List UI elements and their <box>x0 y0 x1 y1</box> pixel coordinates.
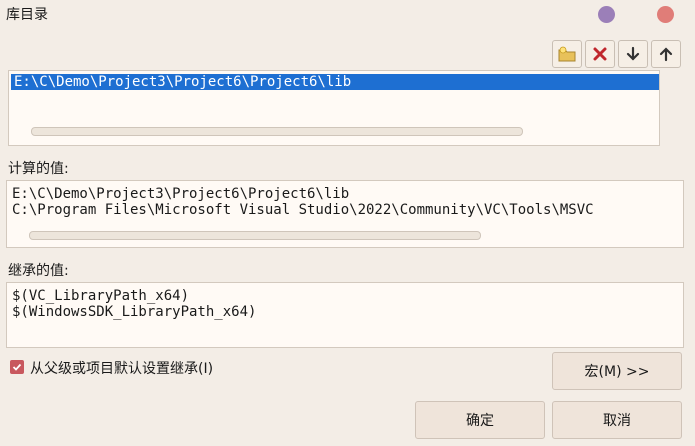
horizontal-scrollbar[interactable] <box>31 127 523 136</box>
close-button[interactable] <box>657 6 674 23</box>
delete-icon <box>593 47 607 61</box>
arrow-up-icon <box>659 47 673 62</box>
inherited-values-box: $(VC_LibraryPath_x64) $(WindowsSDK_Libra… <box>6 282 684 348</box>
computed-values-box: E:\C\Demo\Project3\Project6\Project6\lib… <box>6 180 684 248</box>
ok-button[interactable]: 确定 <box>415 401 545 439</box>
checkmark-icon <box>12 363 22 371</box>
move-down-button[interactable] <box>618 40 648 68</box>
new-line-button[interactable] <box>552 40 582 68</box>
move-up-button[interactable] <box>651 40 681 68</box>
macros-button[interactable]: 宏(M) >> <box>552 352 682 390</box>
minimize-button[interactable] <box>598 6 615 23</box>
path-line[interactable]: E:\C\Demo\Project3\Project6\Project6\lib <box>11 74 659 90</box>
inherited-line: $(WindowsSDK_LibraryPath_x64) <box>12 304 257 320</box>
path-editor[interactable]: E:\C\Demo\Project3\Project6\Project6\lib <box>8 70 660 146</box>
computed-line: E:\C\Demo\Project3\Project6\Project6\lib <box>12 186 350 202</box>
new-folder-icon <box>558 46 576 62</box>
window-title: 库目录 <box>6 7 48 23</box>
inherit-checkbox-label[interactable]: 从父级或项目默认设置继承(I) <box>30 358 213 378</box>
horizontal-scrollbar[interactable] <box>29 231 481 240</box>
computed-line: C:\Program Files\Microsoft Visual Studio… <box>12 202 594 218</box>
inherit-checkbox[interactable] <box>10 360 24 374</box>
title-bar: 库目录 <box>0 0 695 30</box>
arrow-down-icon <box>626 46 640 61</box>
delete-line-button[interactable] <box>585 40 615 68</box>
cancel-button[interactable]: 取消 <box>552 401 682 439</box>
inherited-line: $(VC_LibraryPath_x64) <box>12 288 190 304</box>
computed-label: 计算的值: <box>8 161 69 177</box>
inherited-label: 继承的值: <box>8 263 69 279</box>
